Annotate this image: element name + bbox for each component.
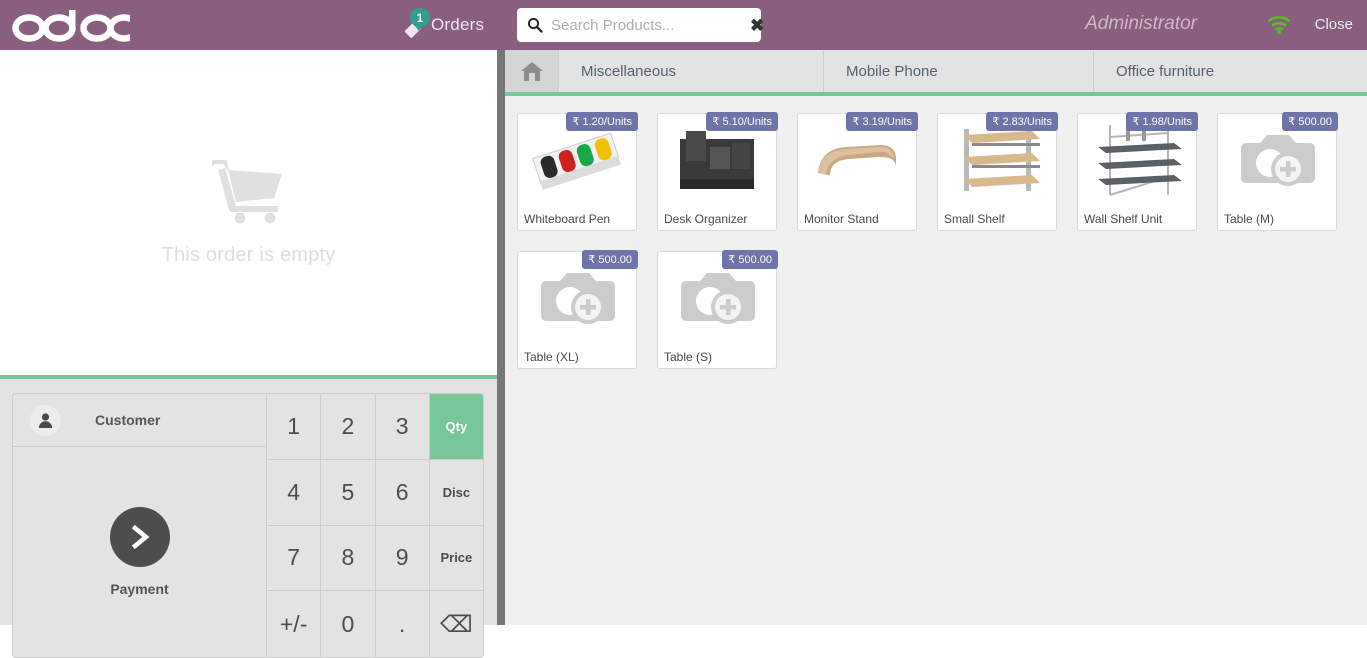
- product-price-badge: ₹ 3.19/Units: [846, 112, 918, 131]
- admin-username: Administrator: [1085, 13, 1197, 35]
- user-icon: [37, 412, 54, 429]
- avatar: [30, 405, 61, 436]
- product-price-badge: ₹ 500.00: [582, 250, 638, 269]
- product-name: Table (S): [664, 350, 712, 364]
- product-card[interactable]: ₹ 2.83/Units Small Shelf: [937, 113, 1057, 231]
- product-panel: Miscellaneous Mobile Phone Office furnitur…: [497, 50, 1367, 625]
- customer-button[interactable]: Customer: [13, 394, 266, 447]
- close-button[interactable]: Close: [1315, 16, 1353, 33]
- customer-payment-column: Customer Payment: [13, 394, 266, 657]
- product-price-badge: ₹ 500.00: [1282, 112, 1338, 131]
- payment-icon-circle: [110, 507, 170, 567]
- category-home-tab[interactable]: [505, 50, 559, 92]
- numpad-backspace[interactable]: ⌫: [429, 591, 483, 657]
- numpad-qty[interactable]: Qty: [429, 394, 483, 460]
- product-name: Wall Shelf Unit: [1084, 212, 1162, 226]
- top-header-bar: 1 Orders ✖ Administrator Close: [0, 0, 1367, 50]
- category-mobile-phone[interactable]: Mobile Phone: [824, 50, 1094, 92]
- numpad-8[interactable]: 8: [320, 526, 374, 592]
- product-price-badge: ₹ 2.83/Units: [986, 112, 1058, 131]
- product-price-badge: ₹ 5.10/Units: [706, 112, 778, 131]
- product-price-badge: ₹ 1.20/Units: [566, 112, 638, 131]
- numpad-0[interactable]: 0: [320, 591, 374, 657]
- wifi-icon[interactable]: [1267, 14, 1291, 34]
- product-card[interactable]: ₹ 500.00 Table (S): [657, 251, 777, 369]
- product-name: Desk Organizer: [664, 212, 747, 226]
- product-card[interactable]: ₹ 500.00 Table (M): [1217, 113, 1337, 231]
- numpad-price[interactable]: Price: [429, 526, 483, 592]
- search-input[interactable]: [551, 17, 750, 34]
- category-office-furniture[interactable]: Office furniture: [1094, 50, 1366, 92]
- order-lines-area: This order is empty: [0, 50, 497, 379]
- empty-order-message: This order is empty: [162, 244, 336, 267]
- panel-divider: [497, 50, 505, 625]
- order-controls-block: Customer Payment 123Qty 456Disc 789Price +/…: [12, 393, 484, 658]
- product-card[interactable]: ₹ 3.19/Units Monitor Stand: [797, 113, 917, 231]
- product-card[interactable]: ₹ 500.00 Table (XL): [517, 251, 637, 369]
- category-tabs: Miscellaneous Mobile Phone Office furnitur…: [505, 50, 1367, 96]
- product-grid: ₹ 1.20/Units Whiteboard Pen ₹ 5.10/Units D…: [505, 100, 1367, 625]
- numpad-6[interactable]: 6: [375, 460, 429, 526]
- payment-button[interactable]: Payment: [13, 447, 266, 657]
- numpad-3[interactable]: 3: [375, 394, 429, 460]
- numpad-plusminus[interactable]: +/-: [266, 591, 320, 657]
- product-name: Monitor Stand: [804, 212, 879, 226]
- category-label: Mobile Phone: [824, 63, 938, 80]
- numpad-5[interactable]: 5: [320, 460, 374, 526]
- customer-label: Customer: [95, 412, 160, 428]
- product-name: Small Shelf: [944, 212, 1005, 226]
- payment-label: Payment: [110, 581, 168, 597]
- search-bar[interactable]: ✖: [517, 8, 761, 42]
- numpad: 123Qty 456Disc 789Price +/-0.⌫: [266, 394, 483, 657]
- numpad-2[interactable]: 2: [320, 394, 374, 460]
- home-icon: [520, 60, 544, 82]
- odoo-logo[interactable]: [12, 8, 130, 42]
- product-card[interactable]: ₹ 5.10/Units Desk Organizer: [657, 113, 777, 231]
- product-card[interactable]: ₹ 1.98/Units Wall Shelf Unit: [1077, 113, 1197, 231]
- orders-button[interactable]: 1 Orders: [398, 7, 484, 43]
- product-name: Table (M): [1224, 212, 1274, 226]
- shopping-cart-icon: [212, 158, 286, 224]
- search-clear-button[interactable]: ✖: [750, 17, 764, 34]
- search-icon: [527, 17, 543, 33]
- product-card[interactable]: ₹ 1.20/Units Whiteboard Pen: [517, 113, 637, 231]
- category-miscellaneous[interactable]: Miscellaneous: [559, 50, 824, 92]
- numpad-9[interactable]: 9: [375, 526, 429, 592]
- orders-count-badge: 1: [410, 8, 430, 27]
- numpad-7[interactable]: 7: [266, 526, 320, 592]
- orders-icon-wrapper: 1: [398, 10, 428, 40]
- product-name: Whiteboard Pen: [524, 212, 610, 226]
- orders-label: Orders: [431, 15, 484, 35]
- product-price-badge: ₹ 1.98/Units: [1126, 112, 1198, 131]
- order-panel: This order is empty Customer P: [0, 50, 497, 625]
- numpad-4[interactable]: 4: [266, 460, 320, 526]
- chevron-right-icon: [127, 524, 153, 550]
- numpad-1[interactable]: 1: [266, 394, 320, 460]
- numpad-decimal[interactable]: .: [375, 591, 429, 657]
- category-label: Miscellaneous: [559, 63, 676, 80]
- numpad-disc[interactable]: Disc: [429, 460, 483, 526]
- category-label: Office furniture: [1094, 63, 1214, 80]
- product-name: Table (XL): [524, 350, 579, 364]
- product-price-badge: ₹ 500.00: [722, 250, 778, 269]
